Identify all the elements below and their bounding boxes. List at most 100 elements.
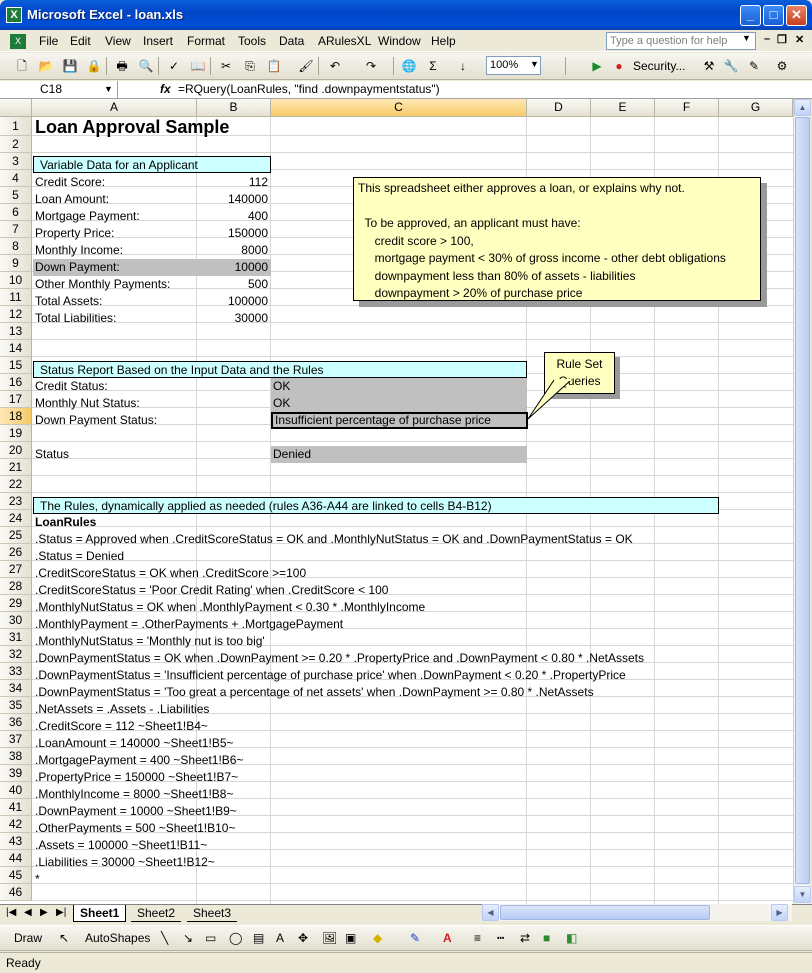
chevron-down-icon[interactable]: ▼ bbox=[742, 33, 751, 43]
rule-line[interactable]: .Status = Denied bbox=[33, 548, 124, 565]
menu-view[interactable]: View bbox=[105, 34, 131, 48]
draw-menu[interactable]: Draw bbox=[14, 931, 42, 945]
redo-icon[interactable]: ↷ bbox=[363, 58, 379, 74]
variable-label[interactable]: Monthly Income: bbox=[33, 242, 123, 259]
menu-window[interactable]: Window bbox=[378, 34, 421, 48]
scroll-left-icon[interactable]: ◀ bbox=[482, 904, 499, 921]
minimize-button[interactable]: _ bbox=[740, 5, 761, 26]
row-header[interactable]: 39 bbox=[0, 765, 32, 782]
column-header[interactable]: E bbox=[591, 99, 655, 117]
row-header[interactable]: 25 bbox=[0, 527, 32, 544]
variable-value[interactable]: 400 bbox=[197, 208, 271, 225]
variable-value[interactable]: 10000 bbox=[197, 259, 271, 276]
menu-format[interactable]: Format bbox=[187, 34, 225, 48]
cut-icon[interactable]: ✂ bbox=[218, 58, 234, 74]
chevron-down-icon[interactable]: ▼ bbox=[104, 84, 113, 94]
scroll-thumb[interactable] bbox=[500, 905, 710, 920]
rule-line[interactable]: .Liabilities = 30000 ~Sheet1!B12~ bbox=[33, 854, 215, 871]
record-icon[interactable]: ● bbox=[611, 58, 627, 74]
hyperlink-icon[interactable]: 🌐 bbox=[401, 58, 417, 74]
row-header[interactable]: 5 bbox=[0, 187, 32, 204]
rule-line[interactable]: .NetAssets = .Assets - .Liabilities bbox=[33, 701, 209, 718]
row-header[interactable]: 2 bbox=[0, 136, 32, 153]
row-header[interactable]: 35 bbox=[0, 697, 32, 714]
rule-line[interactable]: .MonthlyIncome = 8000 ~Sheet1!B8~ bbox=[33, 786, 233, 803]
row-header[interactable]: 10 bbox=[0, 272, 32, 289]
select-objects-icon[interactable]: ↖ bbox=[59, 931, 69, 945]
selected-cell-c18[interactable]: Insufficient percentage of purchase pric… bbox=[271, 412, 528, 429]
scroll-thumb[interactable] bbox=[795, 117, 810, 884]
variable-label[interactable]: Down Payment: bbox=[33, 259, 197, 276]
arrow-icon[interactable]: ↘ bbox=[183, 931, 193, 945]
design-mode-icon[interactable]: ✎ bbox=[746, 58, 762, 74]
column-header[interactable]: D bbox=[527, 99, 591, 117]
menu-insert[interactable]: Insert bbox=[143, 34, 173, 48]
sort-ascending-icon[interactable]: ↓ bbox=[455, 58, 471, 74]
column-header[interactable]: A bbox=[32, 99, 197, 117]
copy-icon[interactable]: ⎘ bbox=[242, 58, 258, 74]
row-header[interactable]: 34 bbox=[0, 680, 32, 697]
row-header[interactable]: 46 bbox=[0, 884, 32, 901]
scroll-up-icon[interactable]: ▲ bbox=[794, 99, 811, 116]
menu-help[interactable]: Help bbox=[431, 34, 456, 48]
row-header[interactable]: 15 bbox=[0, 357, 32, 374]
variable-label[interactable]: Other Monthly Payments: bbox=[33, 276, 170, 293]
column-header[interactable]: C bbox=[271, 99, 527, 117]
maximize-button[interactable]: □ bbox=[763, 5, 784, 26]
menu-tools[interactable]: Tools bbox=[238, 34, 266, 48]
row-header[interactable]: 19 bbox=[0, 425, 32, 442]
next-sheet-icon[interactable]: ▶ bbox=[40, 907, 48, 918]
tab-sheet2[interactable]: Sheet2 bbox=[131, 905, 182, 922]
oval-icon[interactable]: ◯ bbox=[229, 931, 242, 945]
status-label[interactable]: Monthly Nut Status: bbox=[33, 395, 140, 412]
rule-line[interactable]: .DownPayment = 10000 ~Sheet1!B9~ bbox=[33, 803, 237, 820]
rule-line[interactable]: .CreditScoreStatus = OK when .CreditScor… bbox=[33, 565, 306, 582]
clipart-icon[interactable]: 🖼 bbox=[322, 931, 337, 945]
rule-line[interactable]: .LoanAmount = 140000 ~Sheet1!B5~ bbox=[33, 735, 234, 752]
print-icon[interactable]: 🖶 bbox=[114, 58, 130, 74]
permission-icon[interactable]: 🔒 bbox=[86, 58, 102, 74]
autosum-icon[interactable]: Σ bbox=[425, 58, 441, 74]
row-header[interactable]: 29 bbox=[0, 595, 32, 612]
workbook-icon[interactable]: X bbox=[10, 34, 26, 49]
row-header[interactable]: 42 bbox=[0, 816, 32, 833]
variable-value[interactable]: 140000 bbox=[197, 191, 271, 208]
3d-style-icon[interactable]: ◧ bbox=[566, 931, 577, 945]
rule-line[interactable]: .DownPaymentStatus = 'Insufficient perce… bbox=[33, 667, 626, 684]
row-header[interactable]: 23 bbox=[0, 493, 32, 510]
row-header[interactable]: 45 bbox=[0, 867, 32, 884]
row-header[interactable]: 9 bbox=[0, 255, 32, 272]
variable-value[interactable]: 150000 bbox=[197, 225, 271, 242]
row-header[interactable]: 44 bbox=[0, 850, 32, 867]
insert-function-icon[interactable]: fx bbox=[160, 82, 171, 96]
variable-value[interactable]: 500 bbox=[197, 276, 271, 293]
excel-icon[interactable]: X bbox=[6, 7, 22, 23]
final-status-label[interactable]: Status bbox=[33, 446, 69, 463]
rule-line[interactable]: .OtherPayments = 500 ~Sheet1!B10~ bbox=[33, 820, 235, 837]
name-box[interactable]: C18 bbox=[4, 81, 118, 98]
last-sheet-icon[interactable]: ▶| bbox=[56, 907, 66, 918]
variable-label[interactable]: Property Price: bbox=[33, 225, 114, 242]
first-sheet-icon[interactable]: |◀ bbox=[6, 907, 16, 918]
line-icon[interactable]: ╲ bbox=[161, 931, 168, 945]
row-header[interactable]: 6 bbox=[0, 204, 32, 221]
doc-close-icon[interactable]: ✕ bbox=[795, 33, 804, 46]
picture-icon[interactable]: ▣ bbox=[345, 931, 356, 945]
row-header[interactable]: 33 bbox=[0, 663, 32, 680]
rule-line[interactable]: .DownPaymentStatus = OK when .DownPaymen… bbox=[33, 650, 644, 667]
scroll-right-icon[interactable]: ▶ bbox=[771, 904, 788, 921]
row-header[interactable]: 21 bbox=[0, 459, 32, 476]
status-value[interactable]: OK bbox=[271, 378, 527, 395]
ask-question-input[interactable]: Type a question for help bbox=[606, 32, 756, 50]
select-all-corner[interactable] bbox=[0, 99, 32, 117]
rule-line[interactable]: .MonthlyNutStatus = OK when .MonthlyPaym… bbox=[33, 599, 425, 616]
rule-line[interactable]: .MonthlyNutStatus = 'Monthly nut is too … bbox=[33, 633, 265, 650]
row-header[interactable]: 40 bbox=[0, 782, 32, 799]
rules-title[interactable]: LoanRules bbox=[33, 514, 96, 531]
row-header[interactable]: 7 bbox=[0, 221, 32, 238]
control-toolbox-icon[interactable]: ⚒ bbox=[701, 58, 717, 74]
run-icon[interactable]: ▶ bbox=[589, 58, 605, 74]
prev-sheet-icon[interactable]: ◀ bbox=[24, 907, 32, 918]
worksheet-grid[interactable]: A B C D E F G 1 2 3 4 5 6 7 8 9 10 11 12 13 14 15 16 17 1… bbox=[0, 99, 793, 904]
final-status-value[interactable]: Denied bbox=[271, 446, 527, 463]
